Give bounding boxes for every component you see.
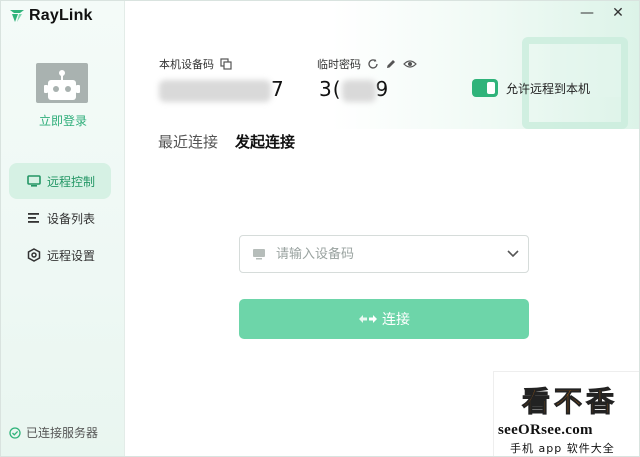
device-code-redacted <box>159 79 271 102</box>
sidebar-item-remote-settings[interactable]: 远程设置 <box>9 237 111 273</box>
monitor-icon <box>27 175 41 187</box>
device-code-input[interactable] <box>266 246 498 262</box>
sidebar-item-label: 远程设置 <box>47 248 96 263</box>
device-code-value: 7 <box>159 77 285 102</box>
eye-icon[interactable] <box>403 58 417 70</box>
temp-password-label-row: 临时密码 <box>317 56 417 72</box>
app-name: RayLink <box>29 7 93 24</box>
login-link[interactable]: 立即登录 <box>1 112 125 129</box>
robot-avatar-icon[interactable] <box>36 63 88 103</box>
settings-hex-icon <box>27 248 41 262</box>
watermark-subtitle: 手机 app 软件大全 <box>510 442 615 455</box>
copy-icon[interactable] <box>220 58 232 70</box>
app-logo: RayLink <box>9 7 93 25</box>
allow-remote-label: 允许远程到本机 <box>506 81 591 96</box>
temp-password-value: 3( 9 <box>319 77 389 102</box>
sidebar-item-remote-control[interactable]: 远程控制 <box>9 163 111 199</box>
connect-button-label: 连接 <box>382 312 410 328</box>
temp-password-redacted <box>341 79 376 102</box>
minimize-button[interactable]: — <box>577 4 597 22</box>
tab-start-connection[interactable]: 发起连接 <box>235 131 295 152</box>
monitor-icon <box>253 249 265 260</box>
watermark: 看 不 香 seeORsee.com 手机 app 软件大全 <box>493 371 639 456</box>
watermark-char: 不 <box>553 385 582 419</box>
sidebar-item-label: 设备列表 <box>47 211 96 226</box>
connect-button[interactable]: 连接 <box>239 299 529 339</box>
sidebar-item-device-list[interactable]: 设备列表 <box>9 200 111 236</box>
temp-password-suffix: 9 <box>375 77 390 101</box>
check-circle-icon <box>9 426 21 439</box>
close-button[interactable]: ✕ <box>608 4 628 22</box>
app-window: RayLink 立即登录 远程控制 设备列表 远程设置 已连接服务器 — ✕ 本… <box>0 0 640 457</box>
watermark-char: 香 <box>585 385 615 419</box>
server-status-label: 已连接服务器 <box>26 426 99 440</box>
sidebar: RayLink 立即登录 远程控制 设备列表 远程设置 已连接服务器 <box>1 1 125 456</box>
chevron-down-icon[interactable] <box>498 236 528 272</box>
device-code-combobox[interactable] <box>239 235 529 273</box>
connect-arrows-icon <box>359 315 377 323</box>
list-icon <box>28 213 39 223</box>
temp-password-prefix: 3( <box>319 77 342 101</box>
device-code-label: 本机设备码 <box>159 58 214 71</box>
refresh-icon[interactable] <box>367 58 379 70</box>
raylink-logo-icon <box>10 10 24 22</box>
device-code-suffix: 7 <box>271 77 285 101</box>
device-code-label-row: 本机设备码 <box>159 56 232 72</box>
watermark-char: 看 <box>521 385 550 419</box>
watermark-url: seeORsee.com <box>498 422 593 438</box>
temp-password-label: 临时密码 <box>317 58 361 71</box>
edit-pencil-icon[interactable] <box>385 58 397 70</box>
server-status: 已连接服务器 <box>9 424 98 441</box>
watermark-logo: 看 不 香 <box>506 378 630 422</box>
sidebar-item-label: 远程控制 <box>47 174 96 189</box>
tab-recent-connections[interactable]: 最近连接 <box>158 131 218 152</box>
allow-remote-toggle[interactable] <box>472 79 498 97</box>
allow-remote-row: 允许远程到本机 <box>472 79 590 97</box>
